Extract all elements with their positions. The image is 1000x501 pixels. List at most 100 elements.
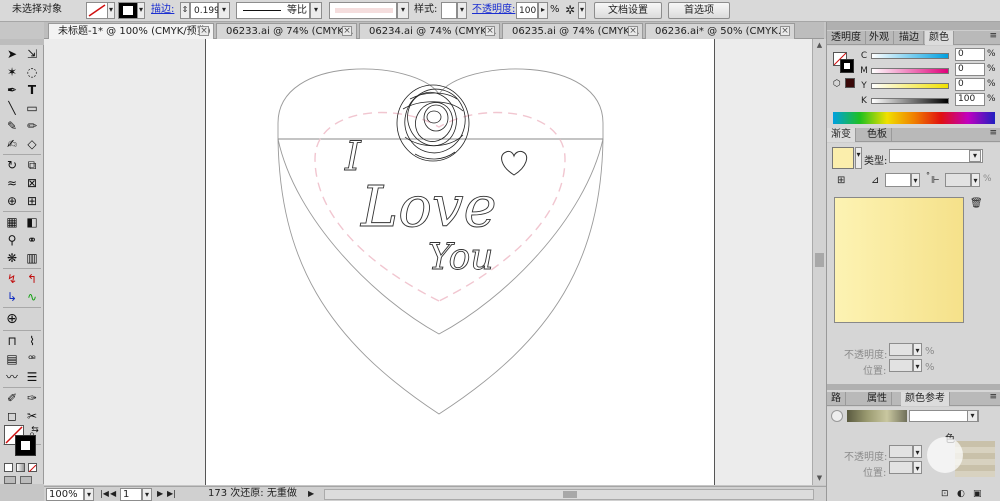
draw-mode-icon[interactable] xyxy=(4,476,16,484)
recolor-icon[interactable]: ✲ xyxy=(565,2,575,19)
direct-selection-tool-icon[interactable]: ⇲ xyxy=(23,46,41,62)
gradient-type-dropdown[interactable]: ▾ xyxy=(969,150,981,162)
prev-page-icon[interactable]: ◀ xyxy=(110,488,116,501)
tab-path[interactable]: 路 xyxy=(827,392,846,406)
artwork-svg[interactable]: I Love You xyxy=(205,39,715,485)
eraser-tool-icon[interactable]: ◇ xyxy=(23,136,41,152)
stroke-color-box[interactable] xyxy=(15,435,36,456)
k-slider[interactable] xyxy=(871,98,949,104)
status-menu-icon[interactable]: ▶ xyxy=(308,488,314,501)
color-mode-icon[interactable] xyxy=(4,463,13,472)
guide-opacity-dropdown[interactable]: ▾ xyxy=(913,445,922,458)
aspect-dropdown[interactable]: ▾ xyxy=(971,173,980,187)
slice-tool-icon[interactable]: ◻ xyxy=(3,408,21,424)
page-dropdown[interactable]: ▾ xyxy=(142,488,152,501)
tab-color[interactable]: 颜色 xyxy=(925,31,954,45)
recolor-dropdown[interactable]: ▾ xyxy=(578,2,586,19)
c-value[interactable]: 0 xyxy=(955,48,985,61)
harmony-dropdown[interactable]: ▾ xyxy=(967,410,978,422)
guide-location-input[interactable] xyxy=(889,461,913,474)
list-tool-icon[interactable]: ☰ xyxy=(23,369,41,385)
style-dropdown[interactable]: ▾ xyxy=(457,2,467,19)
red-path-tool-icon[interactable]: ↯ xyxy=(3,271,21,287)
column-graph-tool-icon[interactable]: ▥ xyxy=(23,250,41,266)
opacity-input[interactable]: 100 xyxy=(516,2,538,19)
live-paint-select-tool-icon[interactable]: ✑ xyxy=(23,390,41,406)
next-page-icon[interactable]: ▶ xyxy=(157,488,163,501)
opacity-label[interactable]: 不透明度: xyxy=(472,2,515,19)
tab-gradient[interactable]: 渐变 xyxy=(827,128,856,142)
brush-select[interactable] xyxy=(329,2,397,19)
trash-icon[interactable]: 🗑 xyxy=(970,198,983,209)
stroke-label[interactable]: 描边: xyxy=(151,2,174,19)
grid-tool-icon[interactable]: ▤ xyxy=(3,351,21,367)
close-icon[interactable]: × xyxy=(628,26,638,36)
h-scroll-thumb[interactable] xyxy=(563,491,577,498)
last-page-icon[interactable]: ▶| xyxy=(167,488,176,501)
out-of-gamut-swatch[interactable] xyxy=(845,78,855,88)
tab-06235[interactable]: 06235.ai @ 74% (CMYK... × xyxy=(502,23,643,39)
gradient-opacity-dropdown[interactable]: ▾ xyxy=(913,343,922,356)
paintbrush-tool-icon[interactable]: ✎ xyxy=(3,118,21,134)
close-icon[interactable]: × xyxy=(780,26,790,36)
wave-tool-icon[interactable]: 〰 xyxy=(3,369,21,385)
gradient-opacity-input[interactable] xyxy=(889,343,913,356)
color-stroke-swatch[interactable] xyxy=(840,59,854,73)
k-value[interactable]: 100 xyxy=(955,93,985,106)
stroke-stepper[interactable]: ⇕ xyxy=(180,2,190,19)
save-group-icon[interactable]: ▣ xyxy=(973,489,982,499)
pen-tool-icon[interactable]: ✒ xyxy=(3,82,21,98)
gradient-mode-icon[interactable] xyxy=(16,463,25,472)
color-spectrum[interactable] xyxy=(833,112,995,124)
crosshair-tool-icon[interactable]: ⊕ xyxy=(3,311,21,327)
fill-swatch[interactable] xyxy=(86,2,108,19)
twirl-tool-icon[interactable]: ꟹ xyxy=(23,351,41,367)
blend-tool-icon[interactable]: ⚭ xyxy=(23,232,41,248)
green-wave-tool-icon[interactable]: ∿ xyxy=(23,289,41,305)
gradient-preset-dropdown[interactable]: ▾ xyxy=(855,147,862,169)
page-input[interactable]: 1 xyxy=(120,488,142,501)
vertical-scrollbar[interactable]: ▲ ▼ xyxy=(812,39,826,485)
type-tool-icon[interactable]: T xyxy=(23,82,41,98)
blue-path-tool-icon[interactable]: ↳ xyxy=(3,289,21,305)
panel-menu-icon[interactable]: ≡ xyxy=(989,128,997,138)
stroke-weight-input[interactable]: 0.199 xyxy=(190,2,220,19)
shape-builder-tool-icon[interactable]: ⊕ xyxy=(3,193,21,209)
brush-dropdown[interactable]: ▾ xyxy=(397,2,409,19)
style-swatch[interactable] xyxy=(441,2,457,19)
tab-color-guide[interactable]: 颜色参考 xyxy=(901,392,950,406)
lasso-tool-icon[interactable]: ◌ xyxy=(23,64,41,80)
angle-dropdown[interactable]: ▾ xyxy=(911,173,920,187)
perspective-grid-tool-icon[interactable]: ⊞ xyxy=(23,193,41,209)
blob-brush-tool-icon[interactable]: ✍ xyxy=(3,136,21,152)
tab-06236[interactable]: 06236.ai* @ 50% (CMYK... × xyxy=(645,23,795,39)
swap-colors-icon[interactable]: ⇆ xyxy=(26,422,44,438)
fill-dropdown[interactable]: ▾ xyxy=(107,2,115,19)
stroke-dropdown[interactable]: ▾ xyxy=(137,2,145,19)
close-icon[interactable]: × xyxy=(485,26,495,36)
panel-menu-icon[interactable]: ≡ xyxy=(989,31,997,41)
zoom-input[interactable]: 100% xyxy=(46,488,84,501)
harmony-strip[interactable] xyxy=(847,410,907,422)
tab-06234[interactable]: 06234.ai @ 74% (CMYK... × xyxy=(359,23,500,39)
red-curve-tool-icon[interactable]: ↰ xyxy=(23,271,41,287)
tab-attributes[interactable]: 属性 xyxy=(863,392,892,406)
y-value[interactable]: 0 xyxy=(955,78,985,91)
m-value[interactable]: 0 xyxy=(955,63,985,76)
zoom-dropdown[interactable]: ▾ xyxy=(84,488,94,501)
tab-06233[interactable]: 06233.ai @ 74% (CMYK... × xyxy=(216,23,357,39)
scroll-down-icon[interactable]: ▼ xyxy=(813,472,826,484)
rotate-tool-icon[interactable]: ↻ xyxy=(3,157,21,173)
panel-menu-icon[interactable]: ≡ xyxy=(989,392,997,402)
warp-tool-icon[interactable]: ≈ xyxy=(3,175,21,191)
preferences-button[interactable]: 首选项 xyxy=(668,2,730,19)
mesh-tool-icon[interactable]: ▦ xyxy=(3,214,21,230)
artboard-tool-icon[interactable]: ⊓ xyxy=(3,333,21,349)
gradient-location-input[interactable] xyxy=(889,359,913,372)
screen-mode-icon[interactable] xyxy=(20,476,32,484)
guide-location-dropdown[interactable]: ▾ xyxy=(913,461,922,474)
none-mode-icon[interactable] xyxy=(28,463,37,473)
y-slider[interactable] xyxy=(871,83,949,89)
document-setup-button[interactable]: 文档设置 xyxy=(594,2,662,19)
scroll-up-icon[interactable]: ▲ xyxy=(813,39,826,51)
